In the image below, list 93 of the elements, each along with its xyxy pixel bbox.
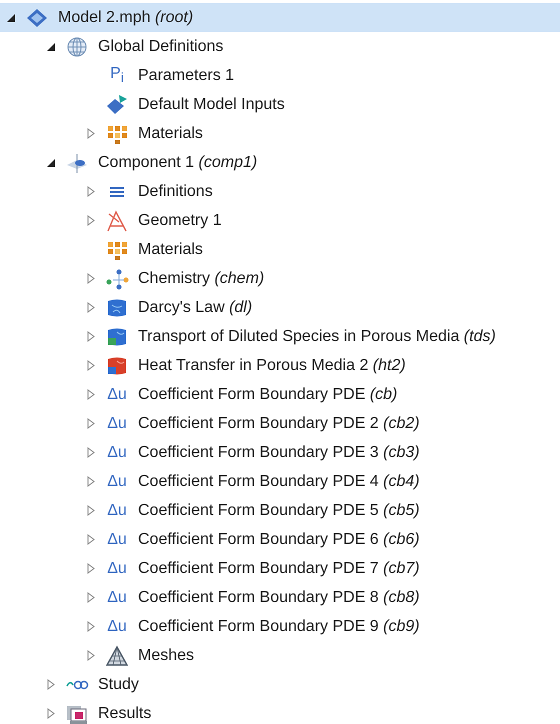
tree-row[interactable]: Default Model Inputs	[0, 90, 560, 119]
tree-row[interactable]: P$_{i}$ Parameters 1	[0, 61, 560, 90]
expand-arrow-icon[interactable]	[87, 505, 95, 516]
tree-item-label[interactable]: Coefficient Form Boundary PDE 4 (cb4)	[138, 472, 420, 490]
expand-arrow-icon[interactable]	[87, 389, 95, 400]
tree-item-label[interactable]: Transport of Diluted Species in Porous Media (tds)	[138, 328, 496, 346]
expand-arrow-icon[interactable]	[87, 447, 95, 458]
tree-row[interactable]: Global Definitions	[0, 32, 560, 61]
tree-item-label[interactable]: Global Definitions	[98, 38, 224, 56]
tree-row[interactable]: Model 2.mph (root)	[0, 3, 560, 32]
triangle-mesh-icon	[105, 644, 129, 666]
tree-row[interactable]: Δu Coefficient Form Boundary PDE 9 (cb9)	[0, 612, 560, 641]
tree-item-label[interactable]: Coefficient Form Boundary PDE 2 (cb2)	[138, 414, 420, 432]
tree-row[interactable]: Darcy's Law (dl)	[0, 293, 560, 322]
glyph-icon: Δu	[107, 560, 127, 576]
collapse-arrow-icon[interactable]	[47, 42, 55, 50]
glyph-icon: Δu	[107, 590, 127, 606]
expand-arrow-icon[interactable]	[87, 128, 95, 139]
expand-arrow-icon[interactable]	[87, 650, 95, 661]
tree-item-label[interactable]: Default Model Inputs	[138, 96, 285, 114]
tree-item-label[interactable]: Darcy's Law (dl)	[138, 298, 252, 316]
tree-item-label[interactable]: Coefficient Form Boundary PDE 6 (cb6)	[138, 530, 420, 548]
tree-row[interactable]: Heat Transfer in Porous Media 2 (ht2)	[0, 351, 560, 380]
tree-row[interactable]: Materials	[0, 119, 560, 148]
glyph-icon: Δu	[107, 618, 127, 634]
tree-row[interactable]: Results	[0, 699, 560, 724]
expand-arrow-icon[interactable]	[87, 534, 95, 545]
diamond-icon	[25, 6, 49, 28]
tree-item-label[interactable]: Model 2.mph (root)	[58, 8, 194, 26]
tree-item-label[interactable]: Parameters 1	[138, 66, 234, 84]
blob-icon	[105, 296, 129, 318]
expand-arrow-icon[interactable]	[87, 418, 95, 429]
tree-item-label[interactable]: Definitions	[138, 182, 213, 200]
collapse-arrow-icon[interactable]	[47, 158, 55, 166]
tree-row[interactable]: Materials	[0, 235, 560, 264]
tree-item-label[interactable]: Meshes	[138, 646, 194, 664]
glyph-icon: Δu	[107, 386, 127, 402]
tree-row[interactable]: Δu Coefficient Form Boundary PDE 5 (cb5)	[0, 496, 560, 525]
tree-item-label[interactable]: Materials	[138, 124, 203, 142]
expand-arrow-icon[interactable]	[47, 708, 55, 719]
glyph-icon: P$_{i}$	[110, 66, 124, 85]
expand-arrow-icon[interactable]	[87, 476, 95, 487]
tree-item-label[interactable]: Coefficient Form Boundary PDE 9 (cb9)	[138, 618, 420, 636]
tree-item-label[interactable]: Heat Transfer in Porous Media 2 (ht2)	[138, 356, 406, 374]
expand-arrow-icon[interactable]	[87, 621, 95, 632]
expand-arrow-icon[interactable]	[87, 592, 95, 603]
blob-icon	[105, 326, 129, 348]
tree-row[interactable]: Geometry 1	[0, 206, 560, 235]
expand-arrow-icon[interactable]	[87, 186, 95, 197]
component-icon	[65, 152, 89, 174]
collapse-arrow-icon[interactable]	[7, 14, 15, 22]
tree-item-label[interactable]: Component 1 (comp1)	[98, 154, 258, 172]
tree-row[interactable]: Chemistry (chem)	[0, 264, 560, 293]
expand-arrow-icon[interactable]	[87, 215, 95, 226]
expand-arrow-icon[interactable]	[87, 331, 95, 342]
tree-row[interactable]: Δu Coefficient Form Boundary PDE 6 (cb6)	[0, 525, 560, 554]
glyph-icon: Δu	[107, 532, 127, 548]
tree-row[interactable]: Meshes	[0, 641, 560, 670]
tree-row[interactable]: Δu Coefficient Form Boundary PDE (cb)	[0, 380, 560, 409]
tree-item-label[interactable]: Coefficient Form Boundary PDE 7 (cb7)	[138, 560, 420, 578]
tree-row[interactable]: Δu Coefficient Form Boundary PDE 7 (cb7)	[0, 554, 560, 583]
glyph-icon: Δu	[107, 416, 127, 432]
expand-arrow-icon[interactable]	[87, 302, 95, 313]
glyph-icon: Δu	[107, 474, 127, 490]
tree-item-label[interactable]: Coefficient Form Boundary PDE (cb)	[138, 386, 398, 404]
tree-item-label[interactable]: Materials	[138, 240, 203, 258]
expand-arrow-icon[interactable]	[47, 679, 55, 690]
expand-arrow-icon[interactable]	[87, 563, 95, 574]
tree-row[interactable]: Δu Coefficient Form Boundary PDE 8 (cb8)	[0, 583, 560, 612]
tree-item-label[interactable]: Geometry 1	[138, 212, 222, 230]
globe-icon	[65, 36, 89, 58]
diamond-icon	[105, 94, 129, 116]
tree-row[interactable]: Transport of Diluted Species in Porous Media (tds)	[0, 322, 560, 351]
glyph-icon: Δu	[107, 444, 127, 460]
tree-row[interactable]: Δu Coefficient Form Boundary PDE 3 (cb3)	[0, 438, 560, 467]
wave-icon	[66, 680, 88, 690]
tree-row[interactable]: Δu Coefficient Form Boundary PDE 4 (cb4)	[0, 467, 560, 496]
tree-row[interactable]: Δu Coefficient Form Boundary PDE 2 (cb2)	[0, 409, 560, 438]
tree-item-label[interactable]: Coefficient Form Boundary PDE 3 (cb3)	[138, 444, 420, 462]
tree-row[interactable]: Definitions	[0, 177, 560, 206]
blob-icon	[105, 354, 129, 376]
glyph-icon: Δu	[107, 502, 127, 518]
tree-item-label[interactable]: Coefficient Form Boundary PDE 5 (cb5)	[138, 502, 420, 520]
expand-arrow-icon[interactable]	[87, 360, 95, 371]
tree-item-label[interactable]: Results	[98, 704, 152, 722]
tree-item-label[interactable]: Study	[98, 676, 139, 694]
geometry-icon	[105, 210, 129, 232]
tree-row[interactable]: Study	[0, 670, 560, 699]
tree-row[interactable]: Component 1 (comp1)	[0, 148, 560, 177]
tree-item-label[interactable]: Coefficient Form Boundary PDE 8 (cb8)	[138, 588, 420, 606]
expand-arrow-icon[interactable]	[87, 273, 95, 284]
tree-item-label[interactable]: Chemistry (chem)	[138, 270, 264, 288]
network-icon	[105, 268, 129, 290]
